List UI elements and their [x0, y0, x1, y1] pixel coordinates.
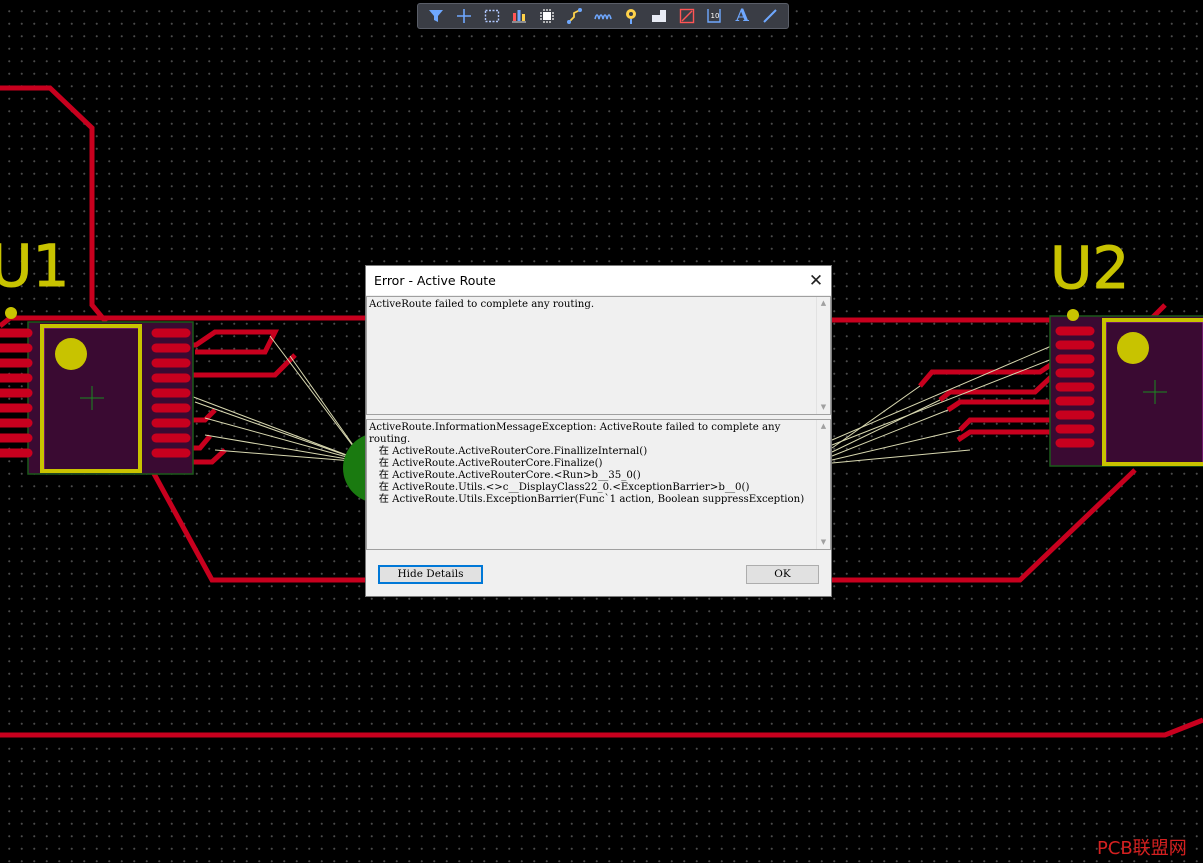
- align-chart-icon: [512, 10, 527, 23]
- message-text: ActiveRoute failed to complete any routi…: [369, 299, 595, 310]
- watermark: PCB联盟网: [1097, 838, 1187, 859]
- place-via-button[interactable]: [620, 5, 642, 27]
- place-string-button[interactable]: A: [731, 5, 753, 27]
- scroll-up-icon[interactable]: ▲: [817, 297, 830, 310]
- selection-rectangle-icon: [484, 9, 499, 23]
- scroll-down-icon[interactable]: ▼: [817, 536, 830, 549]
- polygon-pour-button[interactable]: [648, 5, 670, 27]
- scroll-down-icon[interactable]: ▼: [817, 401, 830, 414]
- component-chip-icon: [540, 9, 555, 23]
- keepout-button[interactable]: [676, 5, 698, 27]
- keepout-region-icon: [679, 8, 694, 24]
- error-dialog: Error - Active Route ✕ ActiveRoute faile…: [365, 265, 832, 597]
- details-scrollbar[interactable]: ▲ ▼: [816, 420, 830, 549]
- close-icon: ✕: [808, 270, 824, 291]
- route-track-icon: [567, 8, 583, 24]
- interactive-diff-pair-icon: [594, 14, 612, 20]
- message-box[interactable]: ActiveRoute failed to complete any routi…: [366, 296, 831, 415]
- ok-button[interactable]: OK: [746, 565, 819, 584]
- message-scrollbar[interactable]: ▲ ▼: [816, 297, 830, 414]
- via-icon: [625, 9, 636, 24]
- track: [0, 717, 1203, 738]
- length-tuning-button[interactable]: [592, 5, 614, 27]
- track: [149, 468, 365, 583]
- filter-button[interactable]: [425, 5, 447, 27]
- select-button[interactable]: [481, 5, 503, 27]
- dialog-title: Error - Active Route: [374, 273, 496, 288]
- footprint-u2: U2: [1049, 234, 1203, 467]
- dialog-title-bar[interactable]: Error - Active Route ✕: [366, 266, 831, 295]
- line-icon: [763, 9, 777, 23]
- crosshair-plus-icon: [456, 9, 471, 23]
- close-button[interactable]: ✕: [801, 266, 831, 295]
- details-text: ActiveRoute.InformationMessageException:…: [369, 422, 805, 505]
- hide-details-button[interactable]: Hide Details: [378, 565, 483, 584]
- dimension-icon: 10: [707, 9, 722, 23]
- details-box[interactable]: ActiveRoute.InformationMessageException:…: [366, 419, 831, 550]
- crosshair-button[interactable]: [453, 5, 475, 27]
- svg-text:10: 10: [711, 12, 720, 20]
- place-line-button[interactable]: [759, 5, 781, 27]
- scroll-up-icon[interactable]: ▲: [817, 420, 830, 433]
- active-bar-toolbar: 10 A: [417, 3, 789, 29]
- place-component-button[interactable]: [536, 5, 558, 27]
- filter-icon: [428, 10, 443, 22]
- polygon-fill-icon: [651, 10, 666, 22]
- dimension-button[interactable]: 10: [703, 5, 725, 27]
- track: [832, 468, 1137, 583]
- align-button[interactable]: [508, 5, 530, 27]
- footprint-u1: U1: [0, 232, 194, 475]
- designator-u1: U1: [0, 232, 69, 300]
- route-button[interactable]: [564, 5, 586, 27]
- designator-u2: U2: [1050, 234, 1129, 302]
- text-A-icon: A: [735, 6, 749, 26]
